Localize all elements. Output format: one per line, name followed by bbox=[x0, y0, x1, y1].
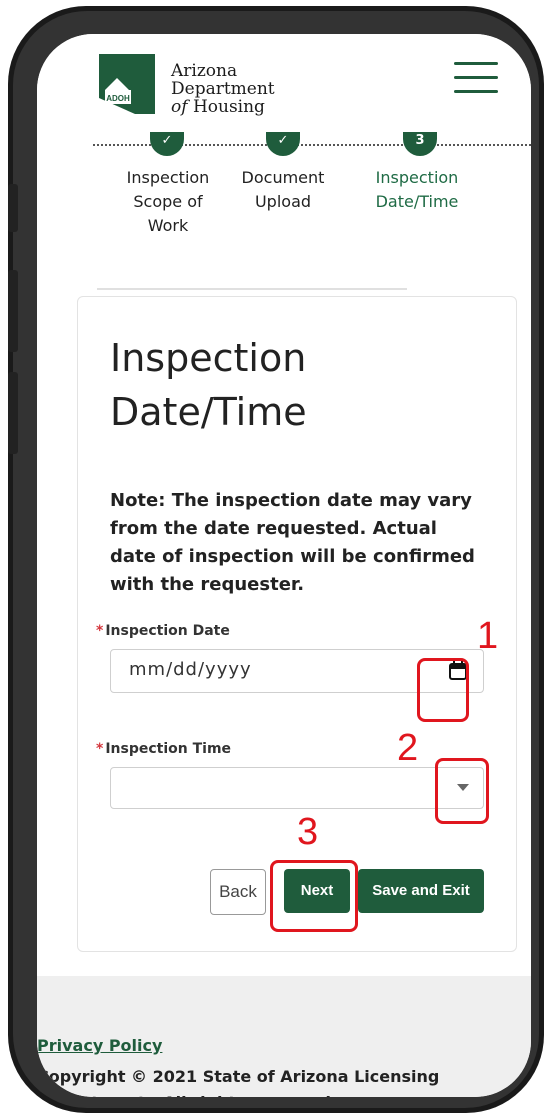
step-1-label[interactable]: Inspection Scope of Work bbox=[108, 166, 228, 238]
logo-line-housing: of Housing bbox=[171, 98, 275, 116]
inspection-time-select[interactable] bbox=[110, 767, 484, 809]
inspection-time-label: * Inspection Time bbox=[96, 741, 231, 757]
annotation-number-2: 2 bbox=[397, 727, 419, 769]
svg-text:ADOH: ADOH bbox=[106, 94, 130, 103]
inspection-time-label-text: Inspection Time bbox=[105, 741, 232, 757]
required-asterisk: * bbox=[96, 623, 104, 639]
phone-frame: ADOH Arizona Department of Housing ✓ ✓ 3… bbox=[8, 6, 544, 1113]
step-1-label-line2: Scope of bbox=[133, 192, 203, 211]
step-2-label[interactable]: Document Upload bbox=[223, 166, 343, 214]
step-1-label-line3: Work bbox=[147, 216, 189, 235]
annotation-box-1 bbox=[417, 658, 469, 722]
inspection-date-label-text: Inspection Date bbox=[105, 623, 230, 639]
privacy-policy-link[interactable]: Privacy Policy bbox=[37, 1036, 162, 1055]
phone-mute-button bbox=[8, 184, 18, 232]
copyright-text: Copyright © 2021 State of Arizona Licens… bbox=[37, 1067, 440, 1097]
arizona-state-logo-icon: ADOH bbox=[99, 54, 155, 114]
page-title: Inspection Date/Time bbox=[110, 331, 490, 439]
page-title-line2: Date/Time bbox=[110, 390, 307, 434]
logo-line-arizona: Arizona bbox=[171, 61, 238, 81]
phone-screen: ADOH Arizona Department of Housing ✓ ✓ 3… bbox=[37, 34, 531, 1097]
phone-volume-up-button bbox=[8, 270, 18, 352]
inspection-date-label: * Inspection Date bbox=[96, 623, 230, 639]
step-3-label: Inspection Date/Time bbox=[357, 166, 477, 214]
step-3-number-badge: 3 bbox=[403, 132, 437, 156]
step-3-label-line1: Inspection bbox=[375, 168, 459, 187]
annotation-box-2 bbox=[435, 758, 489, 824]
step-3-label-line2: Date/Time bbox=[375, 192, 459, 211]
inspection-note: Note: The inspection date may vary from … bbox=[110, 490, 475, 595]
logo-wordmark: Arizona Department of Housing bbox=[171, 62, 275, 116]
step-2-check-icon: ✓ bbox=[266, 132, 300, 156]
step-2-label-line2: Upload bbox=[254, 192, 312, 211]
logo-housing: Housing bbox=[192, 97, 265, 117]
logo-of: of bbox=[171, 97, 188, 117]
annotation-number-1: 1 bbox=[477, 615, 499, 657]
save-and-exit-button[interactable]: Save and Exit bbox=[358, 869, 484, 913]
annotation-box-3 bbox=[270, 860, 358, 932]
card-divider bbox=[97, 288, 407, 290]
annotation-number-3: 3 bbox=[297, 811, 319, 853]
site-header: ADOH Arizona Department of Housing bbox=[37, 34, 531, 132]
phone-volume-down-button bbox=[8, 372, 18, 454]
date-placeholder: mm/dd/yyyy bbox=[129, 659, 252, 680]
required-asterisk: * bbox=[96, 741, 104, 757]
page-title-line1: Inspection bbox=[110, 336, 307, 380]
adoh-logo[interactable]: ADOH bbox=[95, 54, 165, 118]
logo-line-department: Department bbox=[171, 79, 275, 99]
step-2-label-line1: Document bbox=[241, 168, 325, 187]
progress-stepper: ✓ ✓ 3 Inspection Scope of Work Document … bbox=[37, 132, 531, 272]
step-1-check-icon: ✓ bbox=[150, 132, 184, 156]
page-footer: Privacy Policy Copyright © 2021 State of… bbox=[37, 976, 531, 1097]
back-button[interactable]: Back bbox=[210, 869, 266, 915]
step-1-label-line1: Inspection bbox=[126, 168, 210, 187]
hamburger-menu-icon[interactable] bbox=[454, 62, 498, 98]
inspection-form-card: Inspection Date/Time Note: The inspectio… bbox=[77, 296, 517, 952]
